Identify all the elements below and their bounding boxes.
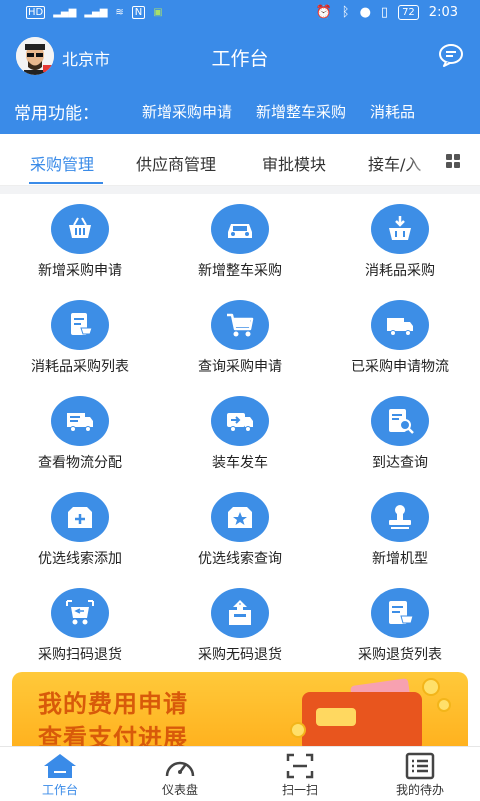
coin-icon [437, 698, 451, 712]
nav-label: 扫一扫 [281, 783, 318, 797]
nav-scan[interactable]: 扫一扫 [240, 747, 360, 801]
wallet-clasp [316, 708, 356, 726]
page-title: 工作台 [211, 48, 269, 70]
grid-menu-icon[interactable] [438, 134, 480, 185]
alarm-icon: ⏰ [315, 5, 332, 20]
basket-icon [51, 204, 109, 254]
grid-item-new-purchase-request[interactable]: 新增采购申请 [0, 194, 160, 290]
quick-item-consumables[interactable]: 消耗品 [370, 101, 415, 122]
truck-list-icon [51, 396, 109, 446]
quick-item-new-vehicle-purchase[interactable]: 新增整车采购 [256, 101, 346, 122]
tab-fade [406, 134, 436, 185]
nfc-icon: N [131, 6, 146, 19]
grid-item-arrival-query[interactable]: 到达查询 [320, 386, 480, 482]
grid-item-label: 消耗品采购列表 [31, 359, 129, 375]
status-bar: HD ▂▄▆ ▂▄▆ ≋ N ▣ ⏰ ᛒ ● ▯ 72 2:03 [0, 0, 480, 28]
grid-item-scan-return[interactable]: 采购扫码退货 [0, 578, 160, 674]
cart-icon [211, 300, 269, 350]
nav-my-todo[interactable]: 我的待办 [360, 747, 480, 801]
grid-item-label: 已采购申请物流 [351, 359, 449, 375]
return-box-icon [211, 588, 269, 638]
grid-item-label: 优选线索添加 [38, 551, 122, 567]
bottom-navigation: 工作台 仪表盘 扫一扫 我的待办 [0, 746, 480, 800]
dashboard-icon [165, 761, 195, 777]
grid-item-query-purchase-request[interactable]: 查询采购申请 [160, 290, 320, 386]
grid-item-label: 新增机型 [372, 551, 428, 567]
signal-5g-icon: ▂▄▆ [53, 7, 77, 18]
grid-item-label: 新增采购申请 [38, 263, 122, 279]
star-box-icon [211, 492, 269, 542]
grid-item-label: 查看物流分配 [38, 455, 122, 471]
nav-label: 我的待办 [395, 783, 444, 797]
grid-item-label: 到达查询 [372, 455, 428, 471]
scan-cart-icon [51, 588, 109, 638]
grid-item-label: 新增整车采购 [198, 263, 282, 279]
grid-item-consumables-purchase-list[interactable]: 消耗品采购列表 [0, 290, 160, 386]
grid-item-consumables-purchase[interactable]: 消耗品采购 [320, 194, 480, 290]
todo-list-icon [405, 752, 435, 780]
search-document-icon [371, 396, 429, 446]
banner-title: 我的费用申请 [38, 690, 188, 718]
stamp-icon [371, 492, 429, 542]
nav-dashboard[interactable]: 仪表盘 [120, 747, 240, 801]
return-list-icon [371, 588, 429, 638]
cart-list-icon [51, 300, 109, 350]
grid-item-purchased-logistics[interactable]: 已采购申请物流 [320, 290, 480, 386]
battery-indicator: 72 [398, 5, 419, 20]
message-icon[interactable] [438, 43, 464, 67]
grid-item-label: 优选线索查询 [198, 551, 282, 567]
grid-item-no-code-return[interactable]: 采购无码退货 [160, 578, 320, 674]
tab-supplier-management[interactable]: 供应商管理 [136, 151, 216, 175]
coin-icon [290, 722, 306, 738]
quick-item-new-purchase-request[interactable]: 新增采购申请 [142, 101, 232, 122]
nav-label: 仪表盘 [161, 783, 198, 797]
tab-purchase-management[interactable]: 采购管理 [30, 151, 94, 175]
grid-item-loading-departure[interactable]: 装车发车 [160, 386, 320, 482]
grid-item-new-model[interactable]: 新增机型 [320, 482, 480, 578]
active-tab-indicator [29, 182, 103, 184]
hd-indicator: HD [26, 6, 46, 19]
status-time: 2:03 [428, 5, 458, 20]
wifi-icon: ≋ [115, 7, 124, 18]
app-header: 北京市 工作台 [0, 28, 480, 84]
bluetooth-icon: ᛒ [341, 5, 350, 20]
truck-icon [371, 300, 429, 350]
location-icon: ● [359, 5, 371, 20]
grid-item-label: 查询采购申请 [198, 359, 282, 375]
section-divider [0, 186, 480, 194]
status-indicators: HD ▂▄▆ ▂▄▆ ≋ N ▣ [26, 6, 163, 19]
tab-approval-module[interactable]: 审批模块 [262, 151, 326, 175]
home-icon [44, 754, 76, 778]
grid-item-add-preferred-lead[interactable]: 优选线索添加 [0, 482, 160, 578]
grid-item-label: 采购无码退货 [198, 647, 282, 663]
quick-functions-label: 常用功能： [14, 104, 99, 124]
grid-item-return-list[interactable]: 采购退货列表 [320, 578, 480, 674]
grid-item-new-vehicle-purchase[interactable]: 新增整车采购 [160, 194, 320, 290]
vibrate-icon: ▯ [380, 5, 389, 20]
grid-item-label: 采购扫码退货 [38, 647, 122, 663]
grid-item-query-preferred-lead[interactable]: 优选线索查询 [160, 482, 320, 578]
android-icon: ▣ [153, 7, 163, 18]
status-right: ⏰ ᛒ ● ▯ 72 2:03 [316, 5, 458, 20]
add-box-icon [51, 492, 109, 542]
grid-item-label: 采购退货列表 [358, 647, 442, 663]
download-basket-icon [371, 204, 429, 254]
quick-functions-list: 新增采购申请 新增整车采购 消耗品 [142, 101, 415, 122]
grid-item-label: 消耗品采购 [365, 263, 435, 279]
expense-banner[interactable]: 我的费用申请 查看支付进展 [12, 672, 468, 746]
signal-2g-icon: ▂▄▆ [84, 7, 108, 18]
banner-subtitle: 查看支付进展 [38, 724, 188, 746]
car-icon [211, 204, 269, 254]
grid-item-label: 装车发车 [212, 455, 268, 471]
module-tabs: 采购管理 供应商管理 审批模块 接车/入 [0, 134, 480, 186]
quick-functions-bar: 常用功能： 新增采购申请 新增整车采购 消耗品 [0, 84, 480, 134]
scan-icon [286, 753, 314, 779]
grid-item-view-logistics-allocation[interactable]: 查看物流分配 [0, 386, 160, 482]
nav-label: 工作台 [41, 783, 78, 797]
coin-icon [422, 678, 440, 696]
loading-truck-icon [211, 396, 269, 446]
nav-workbench[interactable]: 工作台 [0, 747, 120, 801]
